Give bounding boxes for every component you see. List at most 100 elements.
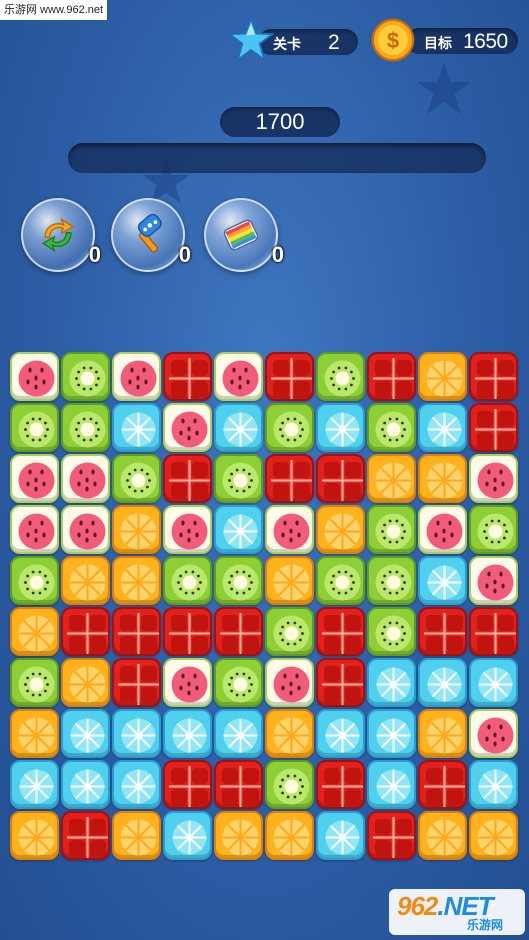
kiwi-tile[interactable] (265, 607, 314, 656)
tomato-tile[interactable] (316, 607, 365, 656)
tomato-tile[interactable] (316, 760, 365, 809)
ice-tile[interactable] (163, 709, 212, 758)
ice-tile[interactable] (316, 709, 365, 758)
ice-tile[interactable] (61, 760, 110, 809)
tomato-tile[interactable] (469, 403, 518, 452)
ice-tile[interactable] (214, 505, 263, 554)
orange-tile[interactable] (469, 811, 518, 860)
kiwi-tile[interactable] (367, 505, 416, 554)
tomato-tile[interactable] (163, 760, 212, 809)
ice-tile[interactable] (367, 658, 416, 707)
orange-tile[interactable] (367, 454, 416, 503)
kiwi-tile[interactable] (10, 556, 59, 605)
tomato-tile[interactable] (61, 811, 110, 860)
kiwi-tile[interactable] (367, 556, 416, 605)
orange-tile[interactable] (265, 556, 314, 605)
watermelon-tile[interactable] (61, 505, 110, 554)
ice-tile[interactable] (367, 709, 416, 758)
watermelon-tile[interactable] (214, 352, 263, 401)
orange-tile[interactable] (418, 709, 467, 758)
ice-tile[interactable] (469, 658, 518, 707)
tomato-tile[interactable] (265, 352, 314, 401)
orange-tile[interactable] (316, 505, 365, 554)
kiwi-tile[interactable] (367, 607, 416, 656)
kiwi-tile[interactable] (214, 454, 263, 503)
shuffle-booster[interactable]: 0 (21, 198, 101, 272)
watermelon-tile[interactable] (265, 505, 314, 554)
ice-tile[interactable] (418, 658, 467, 707)
tomato-tile[interactable] (469, 352, 518, 401)
kiwi-tile[interactable] (10, 658, 59, 707)
kiwi-tile[interactable] (469, 505, 518, 554)
orange-tile[interactable] (10, 709, 59, 758)
watermelon-tile[interactable] (418, 505, 467, 554)
ice-tile[interactable] (112, 760, 161, 809)
orange-tile[interactable] (265, 811, 314, 860)
ice-tile[interactable] (418, 556, 467, 605)
ice-tile[interactable] (418, 403, 467, 452)
ice-tile[interactable] (112, 709, 161, 758)
tomato-tile[interactable] (112, 607, 161, 656)
kiwi-tile[interactable] (316, 556, 365, 605)
kiwi-tile[interactable] (265, 760, 314, 809)
watermelon-tile[interactable] (163, 658, 212, 707)
kiwi-tile[interactable] (10, 403, 59, 452)
orange-tile[interactable] (61, 658, 110, 707)
watermelon-tile[interactable] (10, 352, 59, 401)
tomato-tile[interactable] (265, 454, 314, 503)
kiwi-tile[interactable] (316, 352, 365, 401)
tomato-tile[interactable] (214, 607, 263, 656)
tomato-tile[interactable] (469, 607, 518, 656)
watermelon-tile[interactable] (10, 505, 59, 554)
tomato-tile[interactable] (163, 454, 212, 503)
orange-tile[interactable] (61, 556, 110, 605)
orange-tile[interactable] (10, 607, 59, 656)
ice-tile[interactable] (316, 811, 365, 860)
kiwi-tile[interactable] (61, 352, 110, 401)
kiwi-tile[interactable] (367, 403, 416, 452)
ice-tile[interactable] (163, 811, 212, 860)
ice-tile[interactable] (367, 760, 416, 809)
watermelon-tile[interactable] (469, 709, 518, 758)
tomato-tile[interactable] (418, 607, 467, 656)
ice-tile[interactable] (61, 709, 110, 758)
tomato-tile[interactable] (418, 760, 467, 809)
orange-tile[interactable] (112, 811, 161, 860)
watermelon-tile[interactable] (163, 505, 212, 554)
orange-tile[interactable] (214, 811, 263, 860)
ice-tile[interactable] (316, 403, 365, 452)
tomato-tile[interactable] (214, 760, 263, 809)
watermelon-tile[interactable] (265, 658, 314, 707)
tomato-tile[interactable] (61, 607, 110, 656)
kiwi-tile[interactable] (214, 658, 263, 707)
ice-tile[interactable] (214, 709, 263, 758)
watermelon-tile[interactable] (163, 403, 212, 452)
watermelon-tile[interactable] (10, 454, 59, 503)
tomato-tile[interactable] (316, 658, 365, 707)
tomato-tile[interactable] (112, 658, 161, 707)
orange-tile[interactable] (265, 709, 314, 758)
watermelon-tile[interactable] (469, 556, 518, 605)
tomato-tile[interactable] (367, 811, 416, 860)
kiwi-tile[interactable] (214, 556, 263, 605)
kiwi-tile[interactable] (112, 454, 161, 503)
ice-tile[interactable] (469, 760, 518, 809)
hammer-booster[interactable]: 0 (111, 198, 191, 272)
kiwi-tile[interactable] (265, 403, 314, 452)
tomato-tile[interactable] (367, 352, 416, 401)
watermelon-tile[interactable] (469, 454, 518, 503)
kiwi-tile[interactable] (61, 403, 110, 452)
orange-tile[interactable] (418, 454, 467, 503)
tomato-tile[interactable] (163, 352, 212, 401)
orange-tile[interactable] (112, 505, 161, 554)
ice-tile[interactable] (214, 403, 263, 452)
kiwi-tile[interactable] (163, 556, 212, 605)
watermelon-tile[interactable] (112, 352, 161, 401)
orange-tile[interactable] (112, 556, 161, 605)
ice-tile[interactable] (112, 403, 161, 452)
rainbow-booster[interactable]: 0 (204, 198, 284, 272)
tomato-tile[interactable] (163, 607, 212, 656)
orange-tile[interactable] (418, 352, 467, 401)
tomato-tile[interactable] (316, 454, 365, 503)
orange-tile[interactable] (418, 811, 467, 860)
